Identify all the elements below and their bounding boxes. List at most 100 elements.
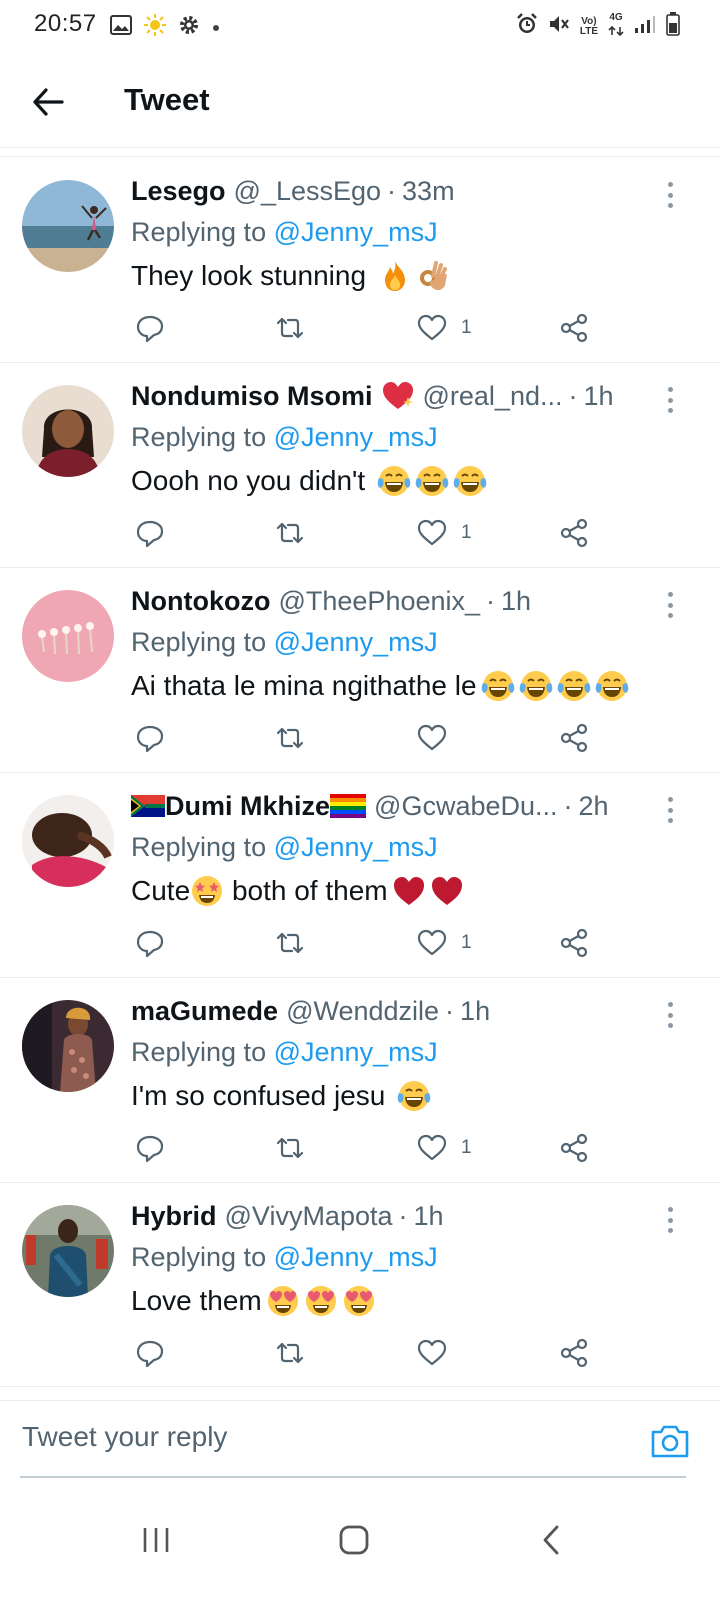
timestamp[interactable]: 1h xyxy=(414,1197,444,1235)
composer-underline xyxy=(20,1476,686,1478)
reply-icon xyxy=(136,520,164,548)
timestamp[interactable]: 2h xyxy=(579,787,609,825)
like-count: 1 xyxy=(461,522,472,543)
reply-item[interactable]: Dumi Mkhize @GcwabeDu... · 2h Replying t… xyxy=(0,773,720,978)
back-button[interactable] xyxy=(28,82,68,122)
avatar[interactable] xyxy=(22,795,114,887)
author-handle[interactable]: @_LessEgo xyxy=(234,172,382,210)
page-title: Tweet xyxy=(124,82,210,117)
heart-icon xyxy=(417,519,447,546)
author-handle[interactable]: @real_nd... xyxy=(423,377,563,415)
separator-dot: · xyxy=(563,791,573,821)
retweet-button[interactable] xyxy=(275,515,305,551)
more-options-icon[interactable] xyxy=(660,385,680,415)
star-struck-emoji-icon xyxy=(190,874,224,908)
avatar[interactable] xyxy=(22,1000,114,1092)
avatar[interactable] xyxy=(22,180,114,272)
reply-item[interactable]: maGumede @Wenddzile · 1h Replying to @Je… xyxy=(0,978,720,1183)
separator-dot: · xyxy=(486,586,496,616)
camera-button[interactable] xyxy=(650,1423,690,1459)
author-name[interactable]: Nontokozo xyxy=(131,582,270,620)
share-button[interactable] xyxy=(559,925,589,961)
author-handle[interactable]: @VivyMapota xyxy=(225,1197,393,1235)
system-back-button[interactable] xyxy=(522,1510,582,1570)
more-options-icon[interactable] xyxy=(660,795,680,825)
timestamp[interactable]: 1h xyxy=(583,377,613,415)
author-name[interactable]: Dumi Mkhize xyxy=(165,787,330,825)
home-button[interactable] xyxy=(324,1510,384,1570)
reply-input[interactable]: Tweet your reply xyxy=(22,1421,227,1453)
weather-sun-icon xyxy=(144,14,166,41)
reply-item[interactable]: Nondumiso Msomi @real_nd... · 1h Replyin… xyxy=(0,363,720,568)
south-africa-flag-icon xyxy=(131,795,165,817)
like-button[interactable]: 1 xyxy=(417,1130,472,1166)
share-button[interactable] xyxy=(559,310,589,346)
share-button[interactable] xyxy=(559,720,589,756)
camera-icon xyxy=(651,1425,689,1458)
share-icon xyxy=(560,1338,588,1368)
like-button[interactable] xyxy=(417,1335,461,1371)
author-handle[interactable]: @Wenddzile xyxy=(286,992,439,1030)
tweet-text: I'm so confused jesu xyxy=(131,1074,670,1118)
action-bar: 1 xyxy=(131,1130,601,1166)
avatar[interactable] xyxy=(22,385,114,477)
mention-link[interactable]: @Jenny_msJ xyxy=(274,422,438,452)
more-options-icon[interactable] xyxy=(660,1000,680,1030)
divider xyxy=(0,156,720,157)
reply-composer[interactable]: Tweet your reply xyxy=(0,1400,720,1478)
tears-of-joy-emoji-icon xyxy=(519,669,553,703)
tears-of-joy-emoji-icon xyxy=(557,669,591,703)
tears-of-joy-emoji-icon xyxy=(595,669,629,703)
reply-icon xyxy=(136,930,164,958)
like-button[interactable]: 1 xyxy=(417,515,472,551)
reply-button[interactable] xyxy=(135,310,165,346)
recent-apps-button[interactable] xyxy=(126,1510,186,1570)
reply-button[interactable] xyxy=(135,1335,165,1371)
timestamp[interactable]: 1h xyxy=(460,992,490,1030)
author-handle[interactable]: @GcwabeDu... xyxy=(374,787,557,825)
author-name[interactable]: maGumede xyxy=(131,992,278,1030)
reply-item[interactable]: Nontokozo @TheePhoenix_ · 1h Replying to… xyxy=(0,568,720,773)
share-button[interactable] xyxy=(559,1130,589,1166)
more-options-icon[interactable] xyxy=(660,590,680,620)
more-options-icon[interactable] xyxy=(660,180,680,210)
author-name[interactable]: Hybrid xyxy=(131,1197,217,1235)
signal-strength-icon xyxy=(634,13,656,40)
tears-of-joy-emoji-icon xyxy=(415,464,449,498)
author-name[interactable]: Nondumiso Msomi xyxy=(131,377,373,415)
mention-link[interactable]: @Jenny_msJ xyxy=(274,217,438,247)
tweet-text: Ai thata le mina ngithathe le xyxy=(131,664,670,708)
author-handle[interactable]: @TheePhoenix_ xyxy=(278,582,480,620)
mention-link[interactable]: @Jenny_msJ xyxy=(274,1037,438,1067)
timestamp[interactable]: 33m xyxy=(402,172,455,210)
mention-link[interactable]: @Jenny_msJ xyxy=(274,1242,438,1272)
heart-icon xyxy=(417,929,447,956)
author-name[interactable]: Lesego xyxy=(131,172,226,210)
mobile-data-icon: 4G xyxy=(608,12,624,41)
mention-link[interactable]: @Jenny_msJ xyxy=(274,627,438,657)
share-button[interactable] xyxy=(559,515,589,551)
like-button[interactable]: 1 xyxy=(417,310,472,346)
reply-button[interactable] xyxy=(135,1130,165,1166)
like-button[interactable]: 1 xyxy=(417,925,472,961)
avatar[interactable] xyxy=(22,1205,114,1297)
timestamp[interactable]: 1h xyxy=(501,582,531,620)
replying-to-line: Replying to @Jenny_msJ xyxy=(131,627,438,657)
retweet-button[interactable] xyxy=(275,1130,305,1166)
replying-to-line: Replying to @Jenny_msJ xyxy=(131,217,438,247)
reply-button[interactable] xyxy=(135,925,165,961)
share-button[interactable] xyxy=(559,1335,589,1371)
retweet-button[interactable] xyxy=(275,720,305,756)
reply-icon xyxy=(136,725,164,753)
retweet-button[interactable] xyxy=(275,925,305,961)
more-options-icon[interactable] xyxy=(660,1205,680,1235)
retweet-button[interactable] xyxy=(275,1335,305,1371)
reply-item[interactable]: Hybrid @VivyMapota · 1h Replying to @Jen… xyxy=(0,1183,720,1387)
retweet-button[interactable] xyxy=(275,310,305,346)
like-button[interactable] xyxy=(417,720,461,756)
mention-link[interactable]: @Jenny_msJ xyxy=(274,832,438,862)
reply-button[interactable] xyxy=(135,720,165,756)
reply-button[interactable] xyxy=(135,515,165,551)
reply-item[interactable]: Lesego @_LessEgo · 33m Replying to @Jenn… xyxy=(0,158,720,363)
avatar[interactable] xyxy=(22,590,114,682)
